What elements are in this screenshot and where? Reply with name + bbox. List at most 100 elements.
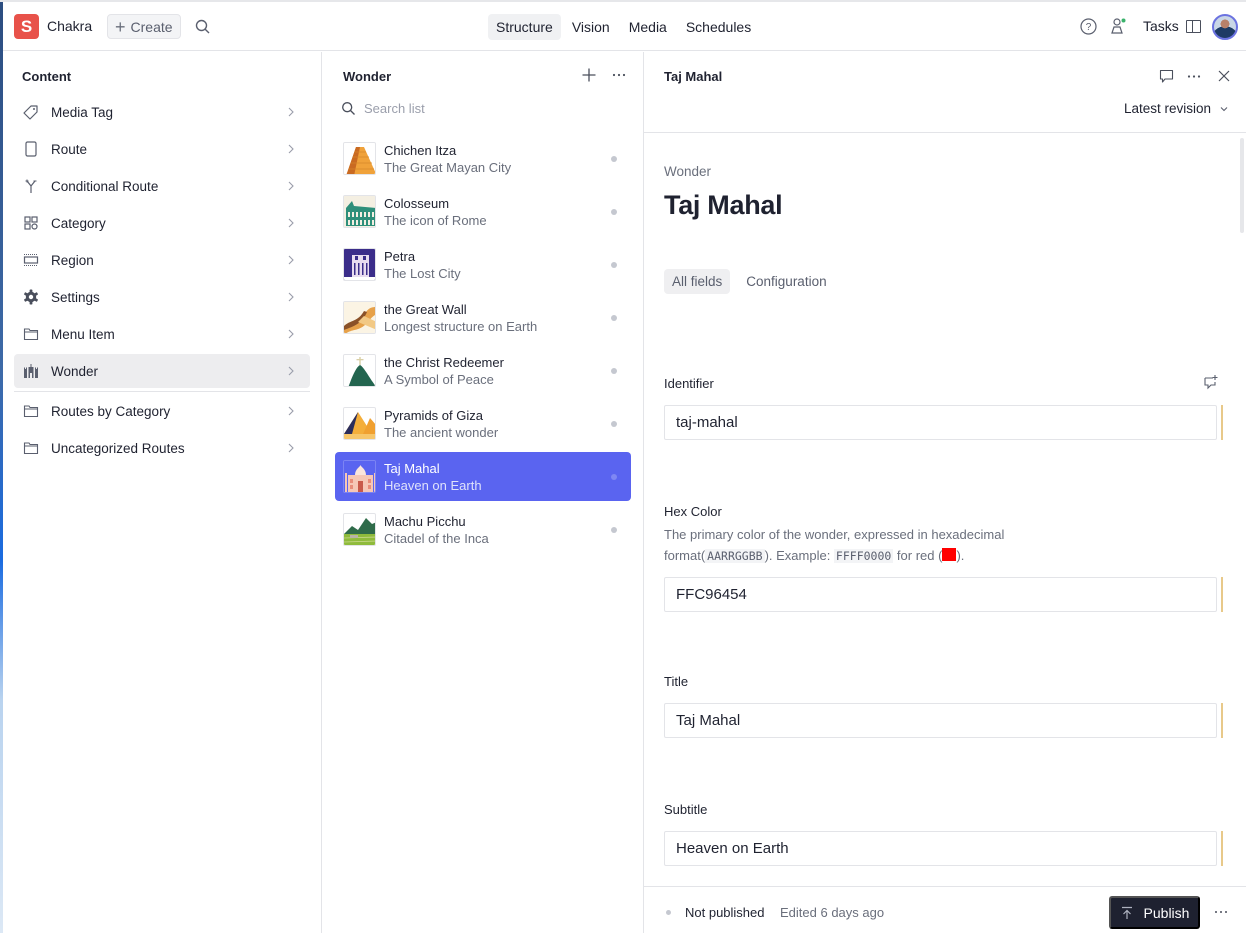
publish-label: Publish: [1143, 904, 1190, 921]
sidebar-item-category[interactable]: Category: [14, 206, 310, 240]
publish-status: Not published: [685, 905, 765, 920]
title-input[interactable]: [664, 703, 1217, 738]
list-search: [341, 101, 584, 116]
description-text: ).: [956, 548, 965, 563]
help-icon[interactable]: ?: [1079, 17, 1098, 36]
taj-mahal-thumbnail: [343, 460, 376, 493]
sidebar-item-label: Media Tag: [51, 104, 114, 120]
subtitle-field: Subtitle: [664, 802, 1224, 866]
chevron-right-icon: [288, 366, 294, 376]
more-actions-icon[interactable]: [1213, 905, 1229, 919]
description-text: for red (: [893, 548, 943, 563]
sidebar-item-label: Uncategorized Routes: [51, 440, 185, 456]
list-item[interactable]: Pyramids of Giza The ancient wonder: [335, 399, 631, 448]
more-options-icon[interactable]: [1185, 69, 1203, 84]
list-item[interactable]: the Christ Redeemer A Symbol of Peace: [335, 346, 631, 395]
chevron-right-icon: [288, 144, 294, 154]
tab-configuration[interactable]: Configuration: [738, 269, 834, 294]
machu-picchu-thumbnail: [343, 513, 376, 546]
content-sidebar: Content Media Tag Route Conditional Rout…: [3, 52, 322, 933]
studio-logo[interactable]: S: [14, 14, 39, 39]
edited-timestamp: Edited 6 days ago: [780, 905, 885, 920]
folder-icon: [21, 438, 41, 458]
status-dot: [611, 209, 617, 215]
status-dot: [611, 421, 617, 427]
chevron-right-icon: [288, 181, 294, 191]
status-dot: [611, 315, 617, 321]
christ-redeemer-thumbnail: [343, 354, 376, 387]
tasks-label: Tasks: [1143, 18, 1179, 34]
list-item-subtitle: The icon of Rome: [384, 212, 487, 228]
plus-icon: +: [115, 16, 126, 37]
sidebar-item-uncategorized-routes[interactable]: Uncategorized Routes: [14, 431, 310, 465]
panel-toggle-icon: [1185, 19, 1201, 33]
chichen-itza-thumbnail: [343, 142, 376, 175]
hex-color-input[interactable]: [664, 577, 1217, 612]
sidebar-item-route[interactable]: Route: [14, 132, 310, 166]
list-item[interactable]: Machu Picchu Citadel of the Inca: [335, 505, 631, 554]
presence-icon[interactable]: [1109, 16, 1129, 36]
sidebar-item-wonder[interactable]: Wonder: [14, 354, 310, 388]
sidebar-item-conditional-route[interactable]: Conditional Route: [14, 169, 310, 203]
more-options-icon[interactable]: [610, 67, 628, 83]
editor-scrollbar[interactable]: [1240, 138, 1244, 233]
folder-icon: [21, 401, 41, 421]
create-button[interactable]: + Create: [107, 14, 181, 39]
chevron-right-icon: [288, 329, 294, 339]
field-label: Title: [664, 674, 689, 689]
tab-all-fields[interactable]: All fields: [664, 269, 731, 294]
list-item-title: Petra: [384, 248, 416, 264]
add-document-icon[interactable]: [581, 67, 597, 83]
sidebar-item-menu-item[interactable]: Menu Item: [14, 317, 310, 351]
field-description: The primary color of the wonder, express…: [664, 524, 1224, 567]
colosseum-thumbnail: [343, 195, 376, 228]
svg-text:?: ?: [1086, 22, 1092, 33]
list-item[interactable]: Colosseum The icon of Rome: [335, 187, 631, 236]
list-item-subtitle: Longest structure on Earth: [384, 318, 538, 334]
publish-button[interactable]: Publish: [1109, 896, 1200, 929]
identifier-input[interactable]: [664, 405, 1217, 440]
list-item-title: Pyramids of Giza: [384, 407, 483, 423]
publish-status-dot: [666, 910, 671, 915]
subtitle-input[interactable]: [664, 831, 1217, 866]
list-item-selected[interactable]: Taj Mahal Heaven on Earth: [335, 452, 631, 501]
comment-icon[interactable]: [1159, 69, 1174, 84]
tag-icon: [21, 102, 41, 122]
list-item-subtitle: Citadel of the Inca: [384, 530, 489, 546]
tasks-button[interactable]: Tasks: [1143, 18, 1201, 34]
description-text: The primary color of the wonder, express…: [664, 527, 1005, 542]
search-icon: [342, 102, 355, 115]
list-item[interactable]: Petra The Lost City: [335, 240, 631, 289]
close-icon[interactable]: [1217, 69, 1231, 83]
sidebar-item-label: Routes by Category: [51, 403, 171, 419]
sidebar-item-region[interactable]: Region: [14, 243, 310, 277]
list-item[interactable]: the Great Wall Longest structure on Earth: [335, 293, 631, 342]
revision-selector[interactable]: Latest revision: [1124, 101, 1229, 116]
top-navigation-bar: S Chakra + Create Structure Vision Media…: [3, 2, 1246, 51]
great-wall-thumbnail: [343, 301, 376, 334]
sidebar-item-label: Wonder: [51, 363, 99, 379]
petra-thumbnail: [343, 248, 376, 281]
sidebar-item-routes-by-category[interactable]: Routes by Category: [14, 394, 310, 428]
add-comment-icon[interactable]: [1203, 374, 1219, 390]
tool-tabs: Structure Vision Media Schedules: [488, 14, 759, 40]
list-item-title: the Christ Redeemer: [384, 354, 504, 370]
list-item-subtitle: The Lost City: [384, 265, 461, 281]
editor-pane-title: Taj Mahal: [664, 69, 723, 84]
tab-structure[interactable]: Structure: [488, 14, 561, 40]
tab-vision[interactable]: Vision: [564, 14, 618, 40]
sidebar-item-media-tag[interactable]: Media Tag: [14, 95, 310, 129]
hex-color-field: Hex Color The primary color of the wonde…: [664, 504, 1224, 612]
tab-schedules[interactable]: Schedules: [678, 14, 759, 40]
search-icon[interactable]: [194, 18, 212, 36]
list-item-title: the Great Wall: [384, 301, 467, 317]
sidebar-item-label: Category: [51, 215, 106, 231]
list-item[interactable]: Chichen Itza The Great Mayan City: [335, 134, 631, 183]
format-code: AARRGGBB: [705, 549, 765, 563]
user-avatar[interactable]: [1212, 14, 1238, 40]
tab-media[interactable]: Media: [621, 14, 675, 40]
search-list-input[interactable]: [364, 101, 584, 116]
sidebar-item-settings[interactable]: Settings: [14, 280, 310, 314]
list-pane-title: Wonder: [343, 69, 392, 84]
identifier-field: Identifier: [664, 374, 1224, 440]
